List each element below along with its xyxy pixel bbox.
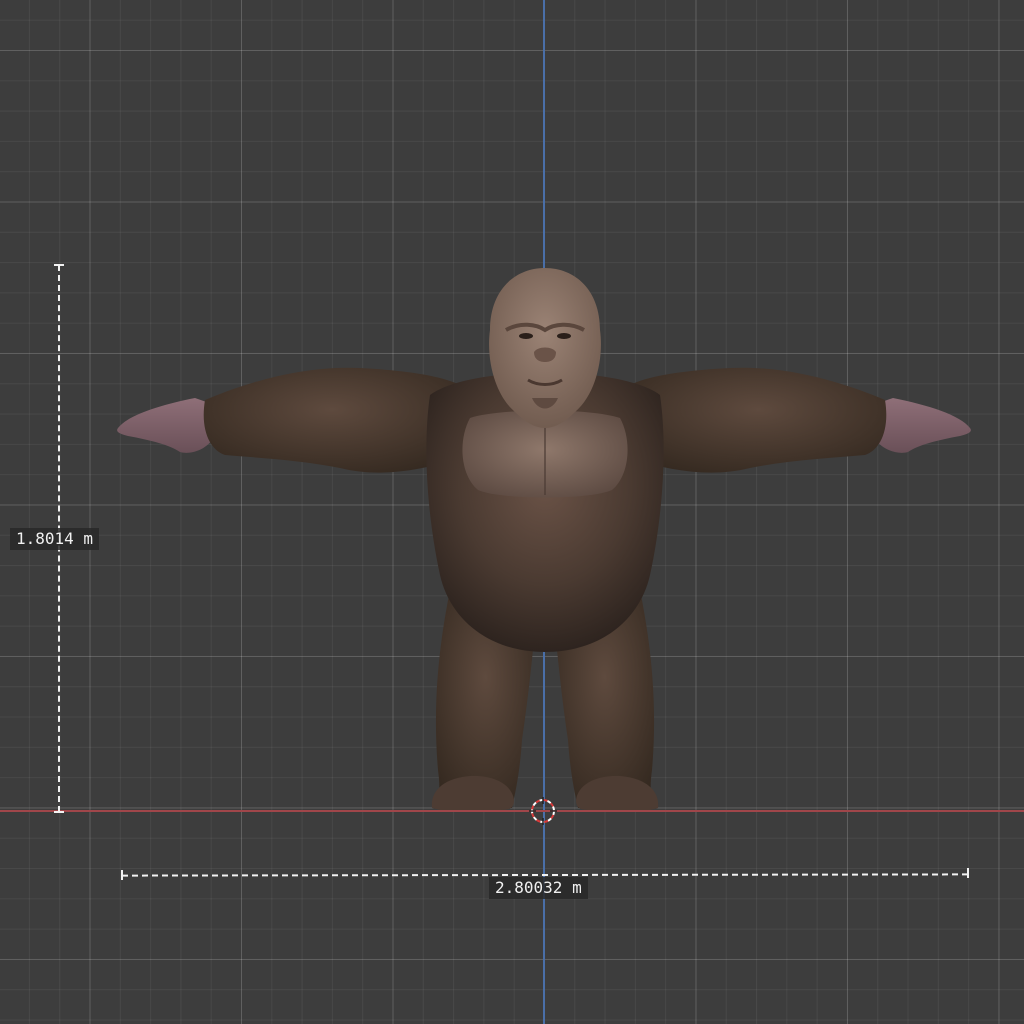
left-arm xyxy=(203,367,461,473)
right-hand xyxy=(873,398,971,453)
3d-viewport[interactable]: 1.8014 m 2.80032 m xyxy=(0,0,1024,1024)
height-measure-tick-top xyxy=(54,264,64,266)
3d-cursor-icon[interactable] xyxy=(529,797,557,825)
left-hand xyxy=(117,398,215,453)
width-measure-label: 2.80032 m xyxy=(489,877,588,899)
gorilla-model[interactable] xyxy=(0,0,1024,1024)
height-measure-tick-bottom xyxy=(54,811,64,813)
width-measure-tick-left xyxy=(121,870,123,880)
height-measure-label: 1.8014 m xyxy=(10,528,100,550)
right-arm xyxy=(630,367,887,473)
width-measure-tick-right xyxy=(967,868,969,878)
